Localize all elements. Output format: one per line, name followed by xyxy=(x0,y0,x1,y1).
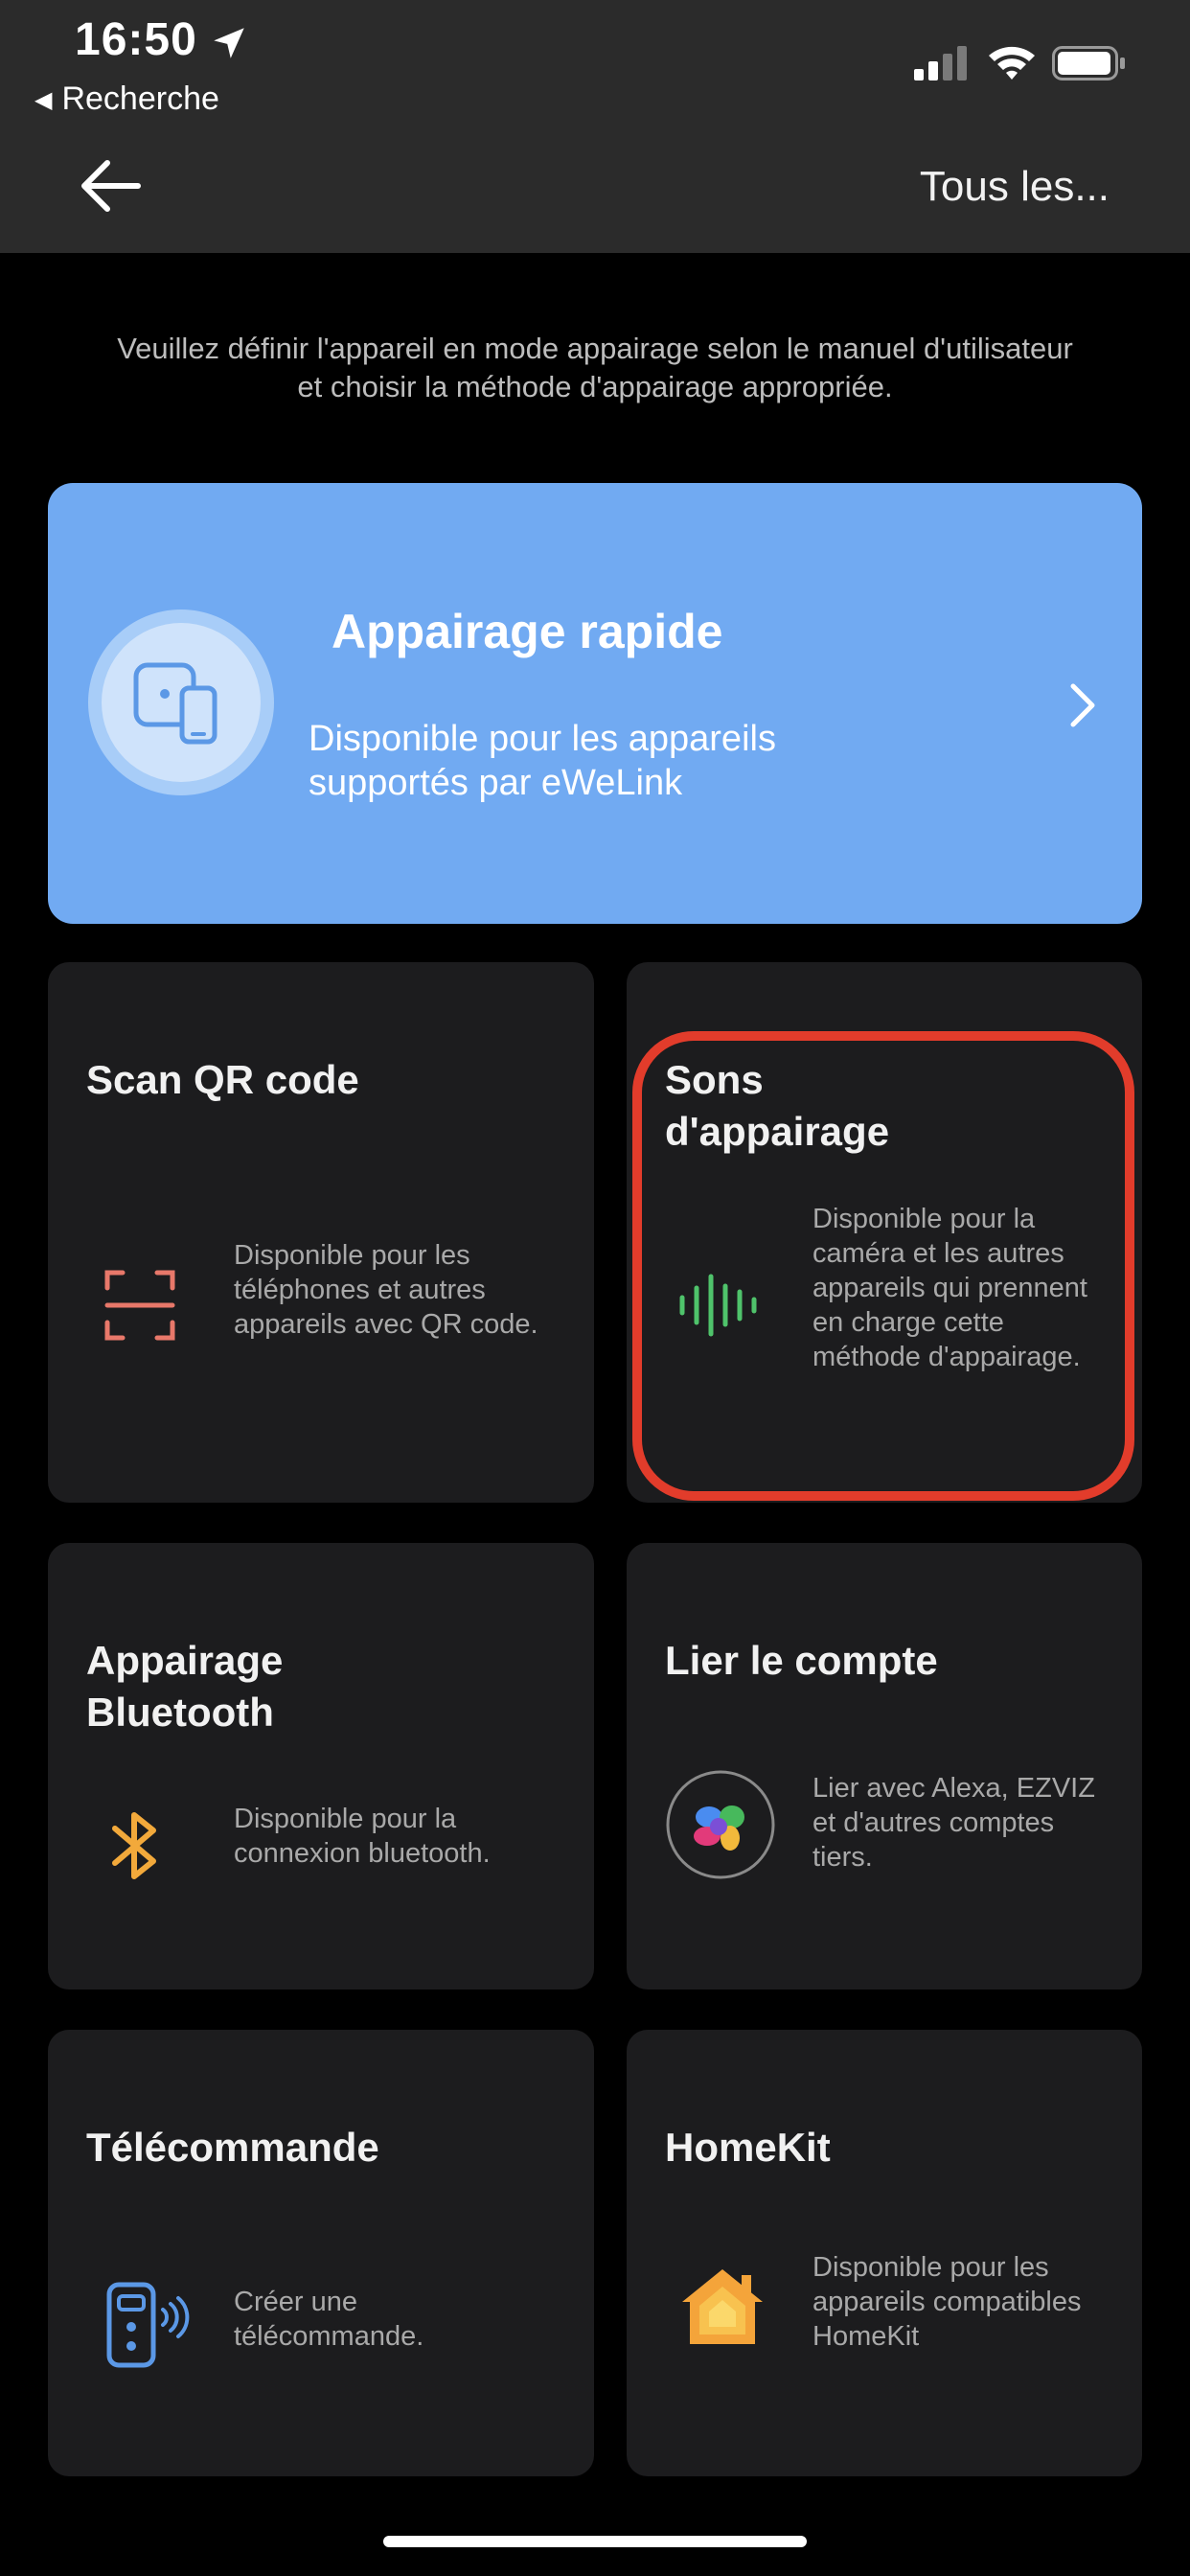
quick-pairing-description: Disponible pour les appareils supportés … xyxy=(309,719,776,803)
quick-pairing-card[interactable]: Appairage rapide Disponible pour les app… xyxy=(48,483,1142,924)
home-indicator xyxy=(383,2536,807,2547)
remote-control-icon xyxy=(106,2282,190,2368)
homekit-house-icon xyxy=(682,2269,763,2344)
method-card-link-account[interactable]: Lier le compte Lier avec Alexa, EZVIZ et… xyxy=(627,1543,1142,1990)
wifi-icon xyxy=(989,46,1035,80)
method-description: Disponible pour les téléphones et autres… xyxy=(234,1240,538,1340)
qr-scan-icon xyxy=(104,1270,175,1341)
pairing-method-screen: 16:50 ◀Recherche Tous les... Veuillez d xyxy=(0,0,1190,2576)
location-arrow-icon xyxy=(214,28,244,58)
chevron-right-icon xyxy=(1070,683,1095,727)
method-card-bluetooth[interactable]: Appairage Bluetooth Disponible pour la c… xyxy=(48,1543,594,1990)
method-description: Créer une télécommande. xyxy=(234,2287,424,2352)
bluetooth-icon xyxy=(112,1812,156,1879)
highlight-outline xyxy=(632,1031,1134,1501)
instruction-text: Veuillez définir l'appareil en mode appa… xyxy=(117,332,1073,403)
top-bar: 16:50 ◀ Recherche Tous les... xyxy=(0,0,1190,253)
method-title: Scan QR code xyxy=(86,1057,359,1102)
cellular-signal-icon xyxy=(914,46,967,80)
method-title: HomeKit xyxy=(665,2125,831,2170)
battery-icon xyxy=(1052,46,1125,80)
linked-accounts-icon xyxy=(666,1770,775,1879)
method-description: Disponible pour les appareils compatible… xyxy=(812,2252,1082,2352)
back-to-app-link[interactable]: ◀ Recherche xyxy=(34,80,219,118)
back-to-app-label: Recherche xyxy=(61,80,219,117)
phone-device-icon xyxy=(133,662,217,745)
all-link[interactable]: Tous les... xyxy=(920,163,1110,211)
arrow-left-icon[interactable] xyxy=(79,157,142,215)
method-title: Télécommande xyxy=(86,2125,379,2170)
method-title: Appairage Bluetooth xyxy=(86,1638,284,1735)
method-title: Lier le compte xyxy=(665,1638,938,1683)
back-triangle-icon: ◀ xyxy=(34,87,53,113)
method-description: Lier avec Alexa, EZVIZ et d'autres compt… xyxy=(812,1773,1095,1873)
quick-pairing-title: Appairage rapide xyxy=(332,605,723,658)
status-time: 16:50 xyxy=(75,14,197,65)
method-card-homekit[interactable]: HomeKit Disponible pour les appareils co… xyxy=(627,2030,1142,2476)
method-description: Disponible pour la connexion bluetooth. xyxy=(234,1804,491,1869)
method-card-remote[interactable]: Télécommande Créer une télécommande. xyxy=(48,2030,594,2476)
method-card-qr[interactable]: Scan QR code Disponible pour les télépho… xyxy=(48,962,594,1503)
